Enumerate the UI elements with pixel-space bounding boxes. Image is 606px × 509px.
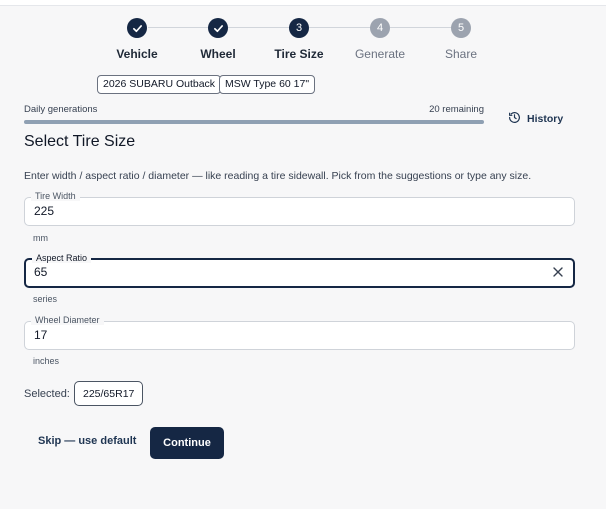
page-title: Select Tire Size bbox=[24, 133, 136, 150]
tire-width-input[interactable] bbox=[34, 204, 534, 218]
step-number: 5 bbox=[451, 18, 471, 38]
aspect-ratio-label: Aspect Ratio bbox=[32, 253, 92, 263]
wheel-diameter-label: Wheel Diameter bbox=[31, 315, 104, 325]
aspect-ratio-input[interactable] bbox=[34, 265, 534, 279]
wheel-chip: MSW Type 60 17" bbox=[219, 75, 316, 94]
selected-label: Selected: bbox=[24, 388, 70, 400]
check-icon bbox=[127, 18, 147, 38]
page-description: Enter width / aspect ratio / diameter — … bbox=[24, 170, 532, 182]
check-icon bbox=[208, 18, 228, 38]
aspect-ratio-field[interactable]: Aspect Ratio bbox=[24, 253, 575, 288]
step-tire-size[interactable]: 3 Tire Size bbox=[259, 18, 339, 61]
wheel-diameter-helper: inches bbox=[33, 356, 60, 366]
skip-button[interactable]: Skip — use default bbox=[38, 435, 136, 447]
aspect-ratio-helper: series bbox=[33, 294, 58, 304]
generations-progress bbox=[24, 120, 484, 124]
step-label: Generate bbox=[354, 47, 406, 61]
step-wheel[interactable]: Wheel bbox=[178, 18, 258, 61]
step-share: 5 Share bbox=[421, 18, 501, 61]
vehicle-chip: 2026 SUBARU Outback bbox=[97, 75, 222, 94]
continue-button[interactable]: Continue bbox=[150, 427, 224, 459]
history-button[interactable]: History bbox=[508, 111, 563, 127]
wheel-diameter-input[interactable] bbox=[34, 328, 534, 342]
close-icon[interactable] bbox=[551, 265, 565, 279]
generations-remaining: 20 remaining bbox=[429, 104, 484, 115]
step-number: 3 bbox=[289, 18, 309, 38]
step-label: Vehicle bbox=[116, 47, 158, 61]
generations-progress-fill bbox=[24, 120, 484, 124]
history-icon bbox=[508, 111, 521, 127]
step-label: Wheel bbox=[200, 47, 236, 61]
tire-width-label: Tire Width bbox=[31, 191, 80, 201]
step-label: Share bbox=[444, 47, 478, 61]
step-generate: 4 Generate bbox=[340, 18, 420, 61]
history-label: History bbox=[527, 113, 564, 125]
generations-label: Daily generations bbox=[24, 104, 98, 115]
step-label: Tire Size bbox=[274, 47, 324, 61]
selected-size-chip: 225/65R17 bbox=[74, 381, 144, 406]
step-vehicle[interactable]: Vehicle bbox=[97, 18, 177, 61]
step-number: 4 bbox=[370, 18, 390, 38]
tire-width-helper: mm bbox=[33, 233, 48, 243]
tire-width-field[interactable]: Tire Width bbox=[24, 191, 575, 226]
top-bar bbox=[0, 0, 606, 6]
wheel-diameter-field[interactable]: Wheel Diameter bbox=[24, 315, 575, 350]
